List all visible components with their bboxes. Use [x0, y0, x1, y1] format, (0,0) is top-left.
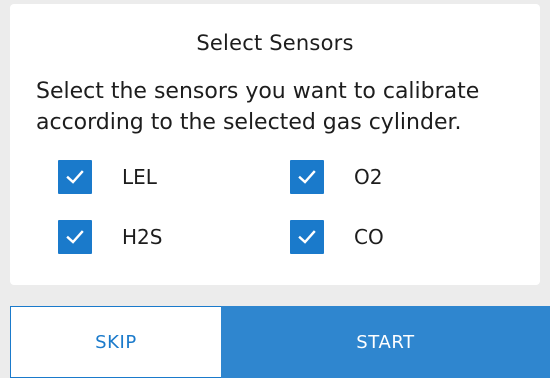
- sensor-item-lel[interactable]: LEL: [58, 160, 157, 194]
- check-icon: [66, 230, 84, 244]
- sensor-label-co: CO: [354, 225, 384, 249]
- checkbox-lel[interactable]: [58, 160, 92, 194]
- sensor-label-h2s: H2S: [122, 225, 163, 249]
- check-icon: [66, 170, 84, 184]
- checkbox-o2[interactable]: [290, 160, 324, 194]
- checkbox-h2s[interactable]: [58, 220, 92, 254]
- select-sensors-dialog: Select Sensors Select the sensors you wa…: [10, 4, 540, 285]
- dialog-title: Select Sensors: [196, 31, 354, 55]
- checkbox-co[interactable]: [290, 220, 324, 254]
- sensor-item-o2[interactable]: O2: [290, 160, 382, 194]
- sensor-label-lel: LEL: [122, 165, 157, 189]
- sensor-item-h2s[interactable]: H2S: [58, 220, 162, 254]
- sensor-label-o2: O2: [354, 165, 383, 189]
- sensor-item-co[interactable]: CO: [290, 220, 384, 254]
- dialog-message: Select the sensors you want to calibrate…: [36, 79, 480, 135]
- check-icon: [298, 230, 316, 244]
- start-button[interactable]: START: [221, 306, 550, 378]
- skip-button[interactable]: SKIP: [10, 306, 222, 378]
- check-icon: [298, 170, 316, 184]
